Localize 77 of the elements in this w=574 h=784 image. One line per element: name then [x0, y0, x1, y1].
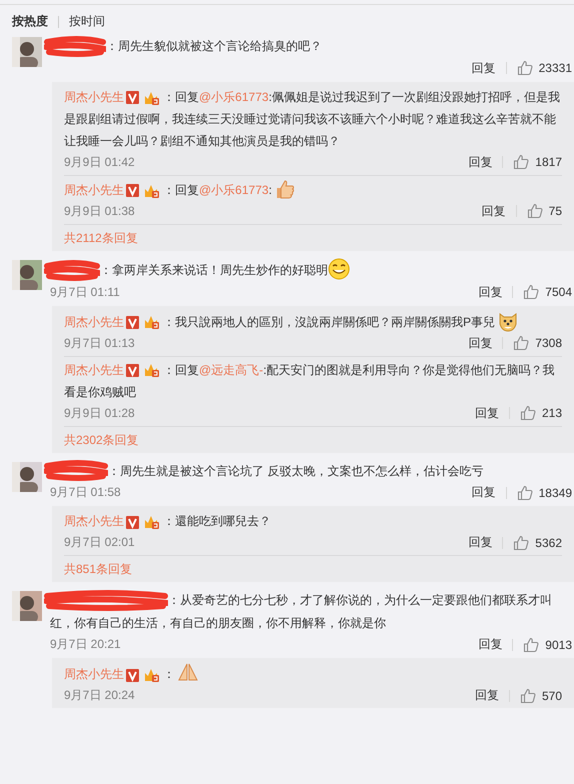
verified-icon [126, 364, 139, 377]
member-crown-icon [143, 667, 161, 684]
like-icon [513, 154, 530, 170]
verified-icon [126, 91, 139, 104]
timestamp: 9月7日 20:24 [64, 687, 135, 704]
reply-link[interactable]: 回复 [482, 202, 506, 220]
member-crown-icon [143, 182, 161, 199]
like-count: 1817 [535, 155, 562, 170]
like-icon [516, 484, 533, 501]
redaction-scribble-drawing [44, 260, 100, 282]
like-button[interactable]: 23331 [516, 60, 572, 76]
reply-text: 周杰小先生 ：回复@小乐61773:佩佩姐是说过我迟到了一次剧组没跟她打招呼，但是我是跟剧组请过假啊，我连续三天没睡过觉请问我该不该睡六个小时呢？难道我这么辛苦就不能让我睡一会儿吗？剧组不通知其他演员是我的错吗？ [64, 88, 561, 150]
reply-text: 周杰小先生 ：回复@远走高飞-:配天安门的图就是利用导向？你是觉得他们无脑吗？我看是你鸡贼吧 [64, 361, 556, 401]
timestamp: 9月7日 01:11 [50, 284, 120, 301]
sort-tab[interactable]: 按时间 [69, 13, 105, 30]
reply-link[interactable]: 回复 [478, 636, 502, 654]
like-count: 9013 [545, 638, 572, 652]
timestamp: 9月7日 01:58 [50, 484, 121, 502]
timestamp: 9月9日 01:28 [64, 404, 135, 422]
like-icon [516, 60, 533, 76]
like-icon [520, 688, 536, 704]
reply-text: 周杰小先生 ： [64, 662, 562, 686]
reply-link[interactable]: 回复 [468, 154, 492, 171]
member-crown-icon [143, 314, 161, 330]
like-count: 75 [548, 204, 562, 218]
like-icon [513, 335, 530, 352]
redaction-scribble-drawing [44, 460, 108, 482]
timestamp: 9月7日 02:01 [64, 534, 135, 552]
member-crown-icon [143, 514, 161, 530]
like-button[interactable]: 18349 [516, 484, 572, 501]
verified-icon [126, 184, 139, 198]
reply-link[interactable]: 回复 [468, 334, 492, 352]
like-button[interactable]: 213 [520, 405, 562, 422]
reply-text: 周杰小先生 ：回复@小乐61773: [64, 178, 562, 201]
like-icon [520, 405, 536, 422]
sort-tab[interactable]: 按热度 [12, 13, 48, 30]
reply-link[interactable]: 回复 [474, 404, 499, 422]
like-count: 7308 [535, 336, 562, 350]
like-button[interactable]: 7504 [523, 284, 572, 300]
like-button[interactable]: 7308 [513, 335, 562, 352]
smiley-icon [328, 258, 350, 280]
like-count: 213 [542, 406, 562, 420]
comment-text: ：从爱奇艺的七分七秒，才了解你说的，为什么一定要跟他们都联系才叫红，你有自己的生活，有自己的朋友圈，你不用解释，你就是你 [50, 589, 574, 634]
timestamp: 9月9日 01:42 [64, 154, 135, 171]
comment-text: ：周先生就是被这个言论坑了 反驳太晚，文案也不怎么样，估计会吃亏 [50, 460, 574, 482]
like-button[interactable]: 9013 [523, 636, 572, 653]
like-icon [523, 284, 540, 300]
comment-text: ：拿两岸关系来说话！周先生炒作的好聪明 [50, 258, 574, 282]
verified-icon [126, 668, 139, 682]
timestamp: 9月9日 01:38 [64, 202, 135, 220]
like-count: 5362 [535, 536, 562, 550]
member-crown-icon [143, 90, 161, 106]
like-icon [526, 203, 543, 220]
reply-text: 周杰小先生 ：還能吃到哪兒去？ [64, 513, 272, 532]
member-crown-icon [143, 362, 161, 378]
like-icon [523, 636, 540, 653]
like-button[interactable]: 75 [526, 203, 562, 220]
reply-link[interactable]: 回复 [472, 60, 496, 77]
like-count: 570 [542, 688, 562, 703]
like-button[interactable]: 1817 [513, 154, 562, 170]
verified-icon [126, 516, 139, 529]
like-button[interactable]: 5362 [513, 534, 562, 551]
like-count: 7504 [545, 285, 572, 300]
reply-text: 周杰小先生 ：我只說兩地人的區別，沒說兩岸關係吧？兩岸關係關我P事兒 [64, 310, 562, 333]
timestamp: 9月7日 20:21 [50, 636, 121, 654]
like-count: 23331 [538, 61, 572, 76]
verified-icon [126, 316, 139, 329]
reply-link[interactable]: 回复 [472, 484, 496, 502]
comment-text: ：周先生貌似就被这个言论给搞臭的吧？ [50, 35, 574, 58]
like-icon [513, 534, 530, 551]
like-button[interactable]: 570 [520, 688, 562, 704]
redaction-scribble-drawing [44, 36, 106, 58]
like-count: 18349 [538, 486, 572, 500]
reply-link[interactable]: 回复 [474, 687, 499, 704]
reply-link[interactable]: 回复 [468, 534, 492, 552]
reply-link[interactable]: 回复 [478, 284, 502, 301]
timestamp: 9月7日 01:13 [64, 334, 135, 352]
